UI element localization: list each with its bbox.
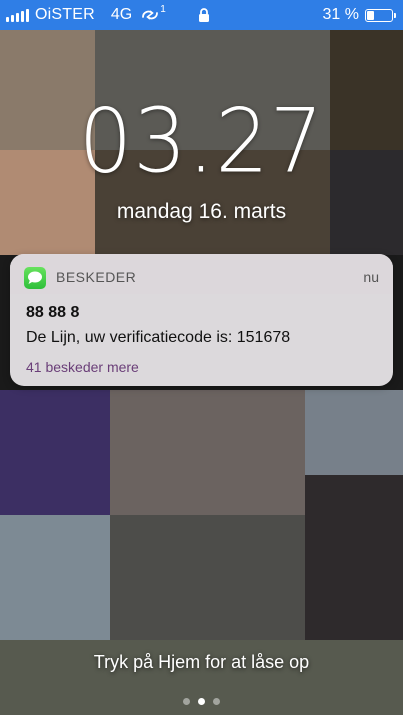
page-dot [183,698,190,705]
lock-screen-time: 03.27 [78,89,325,193]
carrier-name: OiSTER [35,6,95,23]
unlock-hint: Tryk på Hjem for at låse op [93,652,310,672]
notification-sender: 88 88 8 [26,304,80,321]
notification-message: De Lijn, uw verificatiecode is: 151678 [26,329,291,346]
more-messages-link[interactable]: 41 beskeder mere [26,359,139,375]
page-indicator [0,698,403,705]
notification-header: BESKEDER nu [10,254,393,294]
network-type: 4G [110,6,133,23]
signal-bars-icon [6,8,29,22]
page-dot-active [198,698,205,705]
messages-icon [24,267,46,289]
battery-percent: 31 % [322,6,359,23]
message-notification[interactable]: BESKEDER nu 88 88 8 De Lijn, uw verifica… [10,254,393,386]
sync-badge: 1 [160,4,166,15]
lock-icon [198,8,210,27]
notification-app-name: BESKEDER [56,269,137,285]
status-bar: OiSTER 4G 1 31 % [0,0,403,30]
sync-icon: 1 [140,4,166,22]
notification-timestamp: nu [363,269,379,285]
battery-icon [365,8,396,22]
lock-screen-date: mandag 16. marts [116,200,287,223]
battery-fill [367,10,374,20]
battery-tip [394,12,396,18]
page-dot [213,698,220,705]
